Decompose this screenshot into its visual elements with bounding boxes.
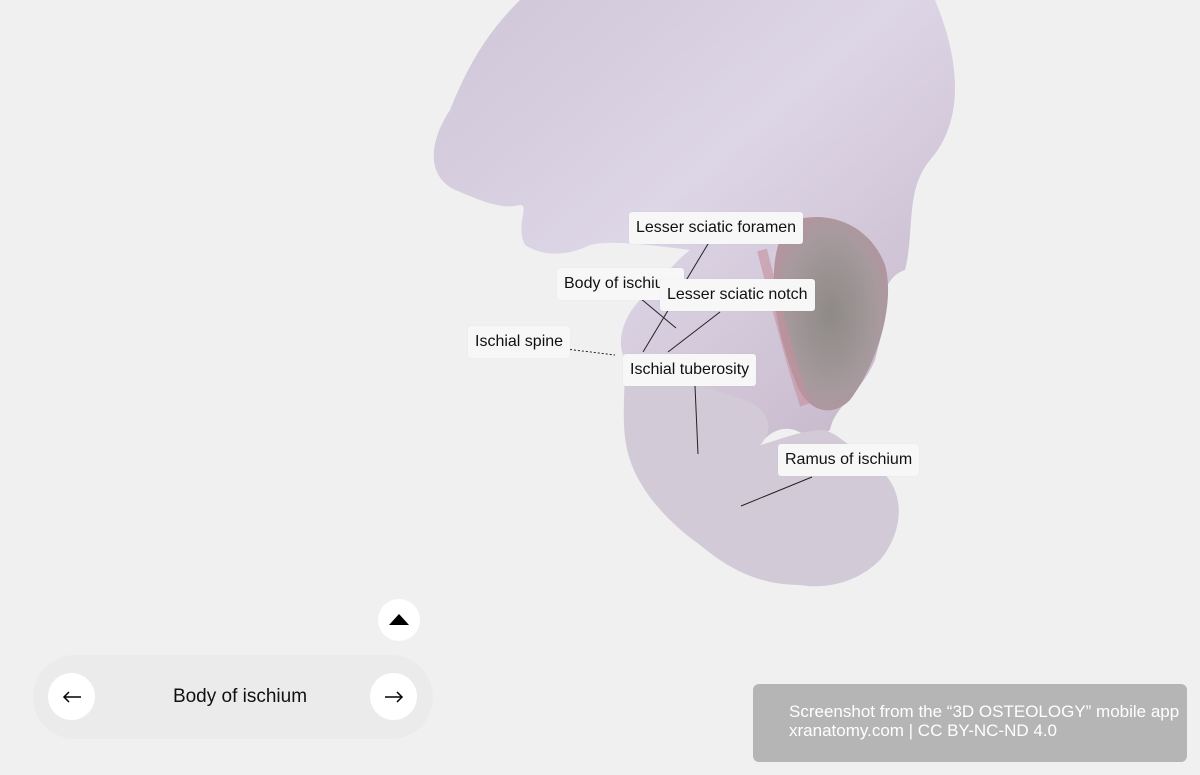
arrow-right-icon <box>384 690 403 703</box>
label-lesser-sciatic-foramen[interactable]: Lesser sciatic foramen <box>629 212 804 244</box>
credit-line-1: Screenshot from the “3D OSTEOLOGY” mobil… <box>789 702 1180 721</box>
credit-line-2: xranatomy.com | CC BY-NC-ND 4.0 <box>789 721 1057 740</box>
next-structure-button[interactable] <box>370 673 417 720</box>
current-structure-title: Body of ischium <box>172 686 308 707</box>
label-ischial-tuberosity[interactable]: Ischial tuberosity <box>623 354 757 386</box>
previous-structure-button[interactable] <box>48 673 95 720</box>
label-ischial-spine[interactable]: Ischial spine <box>468 326 571 358</box>
arrow-left-icon <box>62 690 81 703</box>
caret-up-icon <box>389 614 409 625</box>
label-ramus-of-ischium[interactable]: Ramus of ischium <box>778 444 920 476</box>
credit-watermark: Screenshot from the “3D OSTEOLOGY” mobil… <box>753 684 1187 762</box>
expand-panel-button[interactable] <box>378 599 420 641</box>
label-lesser-sciatic-notch[interactable]: Lesser sciatic notch <box>660 279 815 311</box>
structure-navigator: Body of ischium <box>33 655 433 739</box>
